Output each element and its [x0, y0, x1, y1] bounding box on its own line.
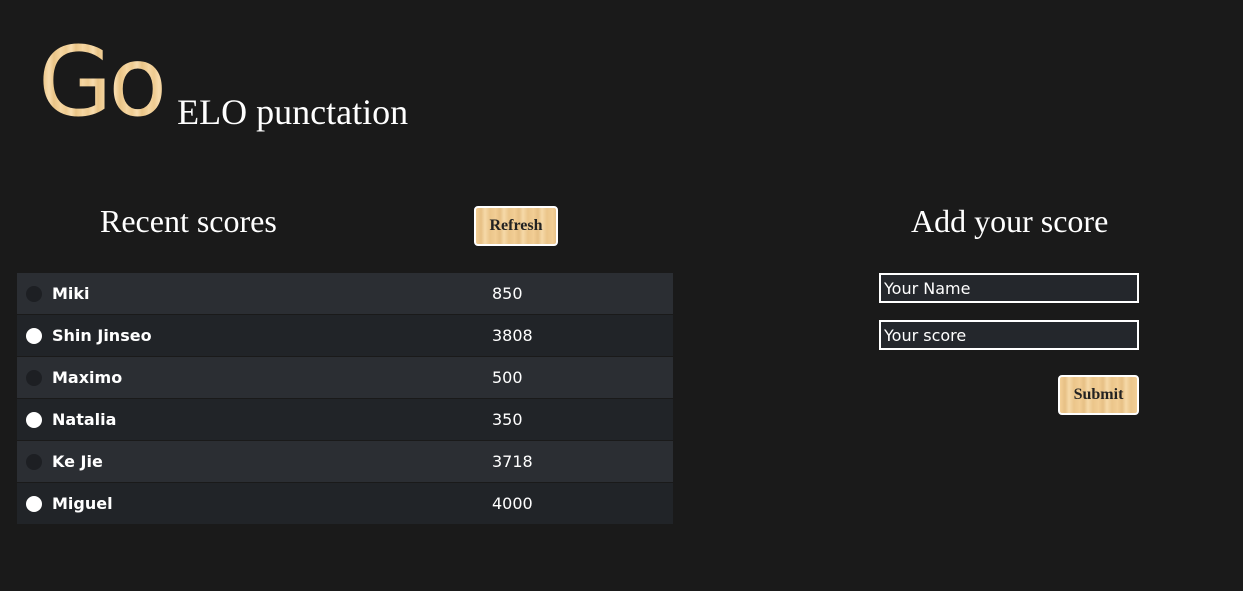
name-input[interactable] — [879, 273, 1139, 303]
player-name: Miguel — [52, 494, 113, 513]
scores-table: Miki 850 Shin Jinseo 3808 Maximo 500 Nat… — [17, 273, 673, 525]
player-name-cell: Ke Jie — [17, 440, 483, 483]
black-stone-icon — [26, 369, 42, 386]
white-stone-icon — [26, 327, 42, 344]
player-score: 3808 — [483, 314, 673, 357]
player-name: Natalia — [52, 410, 117, 429]
player-score: 500 — [483, 356, 673, 399]
player-name: Ke Jie — [52, 452, 103, 471]
player-name: Maximo — [52, 368, 123, 387]
table-row: Miki 850 — [17, 273, 673, 315]
submit-button[interactable]: Submit — [1058, 375, 1139, 415]
page-subtitle: ELO punctation — [177, 92, 409, 132]
table-row: Natalia 350 — [17, 398, 673, 441]
player-score: 350 — [483, 398, 673, 441]
player-score: 4000 — [483, 482, 673, 525]
player-score: 850 — [483, 273, 673, 315]
add-score-heading: Add your score — [911, 203, 1109, 239]
player-score: 3718 — [483, 440, 673, 483]
player-name: Miki — [52, 284, 90, 303]
player-name-cell: Miki — [17, 273, 483, 315]
table-row: Miguel 4000 — [17, 482, 673, 525]
recent-scores-heading: Recent scores — [100, 203, 277, 239]
player-name-cell: Natalia — [17, 398, 483, 441]
player-name: Shin Jinseo — [52, 326, 152, 345]
white-stone-icon — [26, 495, 42, 512]
score-input[interactable] — [879, 320, 1139, 350]
page: Go ELO punctation Recent scores Refresh … — [0, 0, 1243, 591]
table-row: Maximo 500 — [17, 356, 673, 399]
refresh-button[interactable]: Refresh — [474, 206, 558, 246]
header: Go ELO punctation — [38, 32, 408, 132]
player-name-cell: Miguel — [17, 482, 483, 525]
player-name-cell: Maximo — [17, 356, 483, 399]
white-stone-icon — [26, 411, 42, 428]
go-logo: Go — [38, 26, 167, 138]
table-row: Shin Jinseo 3808 — [17, 314, 673, 357]
player-name-cell: Shin Jinseo — [17, 314, 483, 357]
black-stone-icon — [26, 285, 42, 302]
table-row: Ke Jie 3718 — [17, 440, 673, 483]
black-stone-icon — [26, 453, 42, 470]
